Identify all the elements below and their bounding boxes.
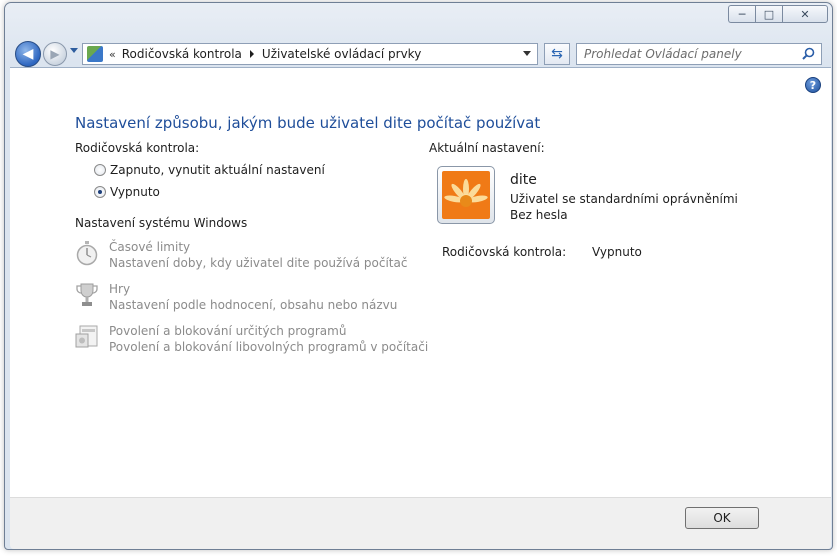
- user-avatar: [437, 166, 495, 224]
- task-description: Povolení a blokování libovolných program…: [109, 340, 429, 354]
- minimize-button[interactable]: ─: [728, 5, 755, 23]
- close-button[interactable]: ✕: [782, 5, 828, 23]
- flower-picture-icon: [442, 171, 490, 219]
- control-panel-window: ─ □ ✕ ◀ ▶ « Rodičovská kontrola Uživatel…: [4, 2, 833, 550]
- task-description: Nastavení podle hodnocení, obsahu nebo n…: [109, 298, 398, 312]
- stopwatch-icon: [76, 241, 98, 266]
- address-dropdown-icon[interactable]: [523, 51, 531, 56]
- task-title: Povolení a blokování určitých programů: [109, 324, 347, 338]
- refresh-button[interactable]: ⇆: [544, 43, 570, 65]
- recent-pages-dropdown[interactable]: [70, 48, 78, 53]
- parental-controls-label: Rodičovská kontrola:: [75, 141, 200, 155]
- search-input[interactable]: [584, 47, 794, 61]
- task-description: Nastavení doby, kdy uživatel dite použív…: [109, 256, 408, 270]
- forward-arrow-icon: ▶: [50, 47, 60, 61]
- search-icon[interactable]: [802, 47, 815, 60]
- radio-off-label[interactable]: Vypnuto: [110, 185, 160, 199]
- refresh-icon: ⇆: [551, 46, 563, 62]
- content-pane: ? Nastavení způsobu, jakým bude uživatel…: [10, 67, 831, 497]
- task-title: Hry: [109, 282, 131, 296]
- radio-off-row[interactable]: Vypnuto: [94, 185, 160, 199]
- radio-on-row[interactable]: Zapnuto, vynutit aktuální nastavení: [94, 163, 325, 177]
- navigation-bar: ◀ ▶ « Rodičovská kontrola Uživatelské ov…: [13, 39, 824, 67]
- back-button[interactable]: ◀: [15, 41, 41, 67]
- radio-on-label[interactable]: Zapnuto, vynutit aktuální nastavení: [110, 163, 325, 177]
- password-status: Bez hesla: [510, 208, 568, 222]
- breadcrumb-user-controls[interactable]: Uživatelské ovládací prvky: [262, 47, 421, 61]
- trophy-icon: [76, 283, 98, 306]
- user-name: dite: [510, 172, 537, 188]
- task-title: Časové limity: [109, 240, 191, 254]
- radio-on[interactable]: [94, 164, 106, 176]
- maximize-button[interactable]: □: [755, 5, 782, 23]
- caption-buttons: ─ □ ✕: [728, 5, 828, 23]
- account-type: Uživatel se standardními oprávněními: [510, 192, 738, 206]
- ok-button[interactable]: OK: [685, 507, 759, 529]
- current-parental-label: Rodičovská kontrola:: [442, 245, 567, 259]
- programs-icon: [75, 325, 98, 348]
- radio-off[interactable]: [94, 186, 106, 198]
- forward-button[interactable]: ▶: [43, 42, 67, 66]
- breadcrumb-parental-controls[interactable]: Rodičovská kontrola: [122, 47, 242, 61]
- back-arrow-icon: ◀: [22, 46, 34, 62]
- control-panel-icon: [87, 46, 103, 62]
- address-bar[interactable]: « Rodičovská kontrola Uživatelské ovláda…: [82, 43, 538, 65]
- button-bar: OK: [10, 497, 831, 549]
- breadcrumb-overflow[interactable]: «: [109, 48, 116, 61]
- windows-settings-label: Nastavení systému Windows: [75, 216, 248, 230]
- breadcrumb-arrow-icon[interactable]: [249, 50, 254, 58]
- help-icon[interactable]: ?: [805, 77, 821, 93]
- current-parental-value: Vypnuto: [592, 245, 642, 259]
- current-settings-label: Aktuální nastavení:: [429, 141, 545, 155]
- page-title: Nastavení způsobu, jakým bude uživatel d…: [75, 114, 541, 132]
- search-box[interactable]: [576, 43, 822, 65]
